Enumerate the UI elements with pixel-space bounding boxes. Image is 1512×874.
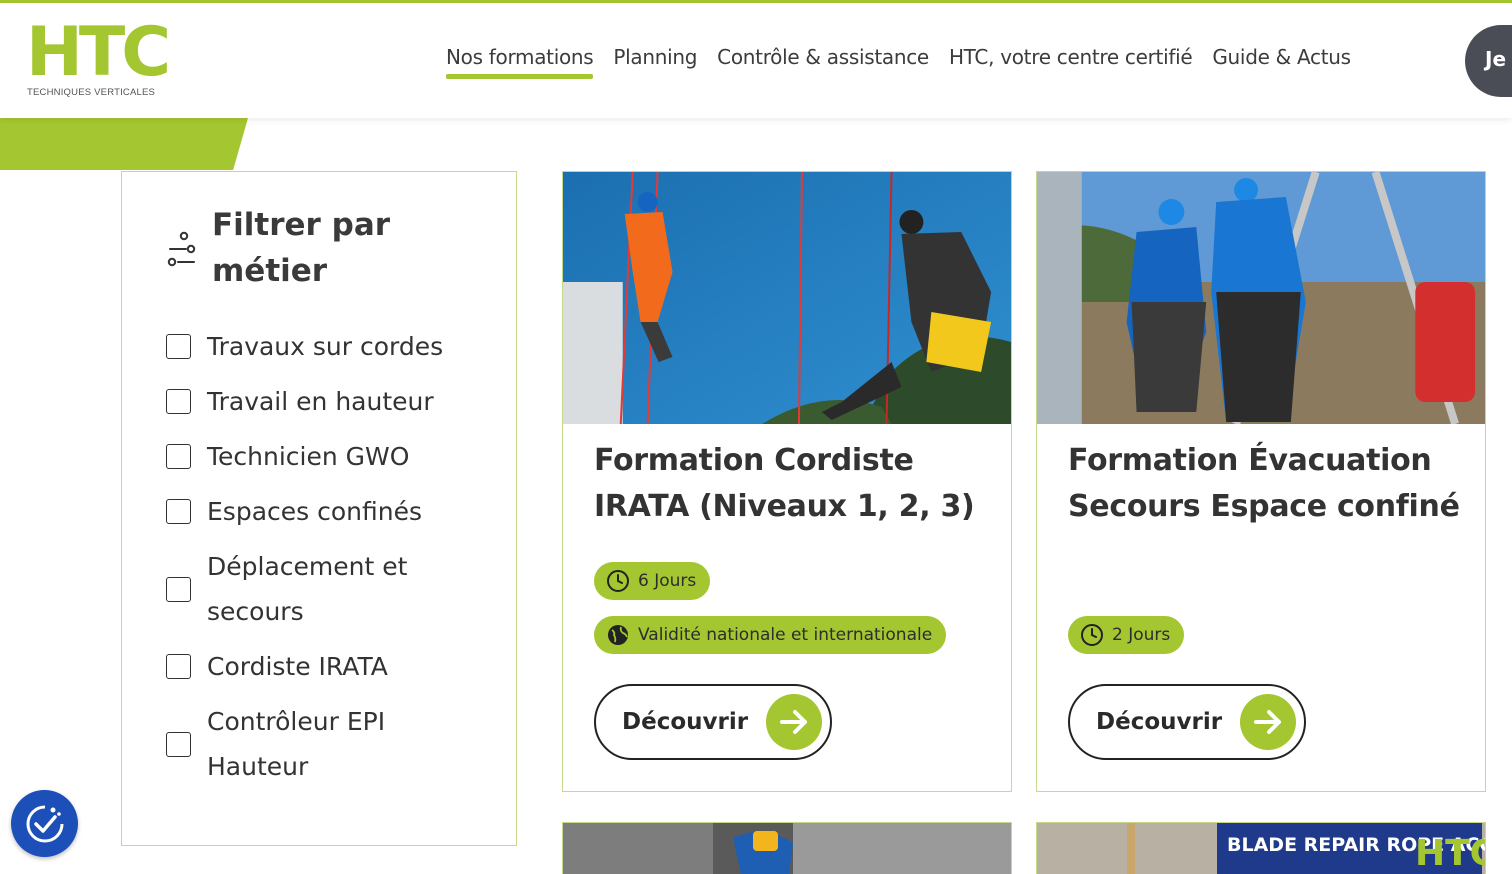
checkbox[interactable] bbox=[166, 499, 191, 524]
card-image-confined-space bbox=[1037, 172, 1485, 424]
filter-option-label: Déplacement et secours bbox=[207, 552, 408, 626]
clock-icon bbox=[607, 570, 629, 592]
card-image-partial-1 bbox=[563, 823, 1011, 874]
filter-option-cordiste-irata[interactable]: Cordiste IRATA bbox=[166, 644, 496, 689]
filter-option-label: Travaux sur cordes bbox=[207, 332, 444, 361]
nav-item-nos-formations[interactable]: Nos formations bbox=[446, 45, 594, 79]
filter-option-label: Technicien GWO bbox=[207, 442, 410, 471]
filter-option-deplacement-secours[interactable]: Déplacement et secours bbox=[166, 544, 496, 634]
green-slant-accent bbox=[0, 118, 248, 170]
banner-logo: HTC bbox=[1415, 833, 1486, 874]
card-image-rope-access bbox=[563, 172, 1011, 424]
duration-label: 6 Jours bbox=[638, 571, 697, 591]
accessibility-icon bbox=[26, 805, 63, 842]
checkbox[interactable] bbox=[166, 444, 191, 469]
validity-badge: Validité nationale et internationale bbox=[594, 616, 947, 654]
checkbox[interactable] bbox=[166, 334, 191, 359]
sliders-icon bbox=[167, 231, 196, 267]
decouvrir-button[interactable]: Découvrir bbox=[1068, 684, 1306, 760]
htc-logo[interactable]: HTC TECHNIQUES VERTICALES bbox=[26, 13, 171, 101]
checkbox[interactable] bbox=[166, 731, 191, 757]
filter-option-technicien-gwo[interactable]: Technicien GWO bbox=[166, 434, 496, 479]
filter-option-controleur-epi[interactable]: Contrôleur EPI Hauteur bbox=[166, 699, 496, 789]
checkbox[interactable] bbox=[166, 654, 191, 679]
clock-icon bbox=[1081, 624, 1103, 646]
checkbox[interactable] bbox=[166, 389, 191, 414]
filter-option-label: Contrôleur EPI Hauteur bbox=[207, 707, 386, 781]
card-image-partial-2: BLADE REPAIR ROPE ACCESS HTC bbox=[1037, 823, 1486, 874]
filter-panel: Filtrer par métier Travaux sur cordes Tr… bbox=[121, 171, 517, 846]
card-title: Formation Cordiste IRATA (Niveaux 1, 2, … bbox=[594, 443, 975, 524]
filter-option-travail-hauteur[interactable]: Travail en hauteur bbox=[166, 379, 496, 424]
nav-item-centre-certifie[interactable]: HTC, votre centre certifié bbox=[949, 45, 1193, 75]
arrow-right-icon bbox=[766, 694, 822, 750]
filter-option-label: Espaces confinés bbox=[207, 497, 422, 526]
filter-option-label: Cordiste IRATA bbox=[207, 652, 388, 681]
main-nav: Nos formations Planning Contrôle & assis… bbox=[446, 45, 1351, 79]
filter-option-espaces-confines[interactable]: Espaces confinés bbox=[166, 489, 496, 534]
formation-card-evacuation-espace-confine[interactable]: Formation Évacuation Secours Espace conf… bbox=[1036, 171, 1486, 792]
duration-badge: 6 Jours bbox=[594, 562, 711, 600]
nav-item-planning[interactable]: Planning bbox=[613, 45, 697, 75]
decouvrir-button[interactable]: Découvrir bbox=[594, 684, 832, 760]
checkbox[interactable] bbox=[166, 576, 191, 602]
accessibility-button[interactable] bbox=[11, 790, 78, 857]
button-label: Découvrir bbox=[1096, 709, 1223, 735]
validity-label: Validité nationale et internationale bbox=[638, 625, 933, 645]
header-cta-button[interactable]: Je bbox=[1465, 25, 1512, 97]
formation-card-partial-1[interactable] bbox=[562, 822, 1012, 874]
nav-item-controle-assistance[interactable]: Contrôle & assistance bbox=[717, 45, 929, 75]
formation-card-cordiste-irata[interactable]: Formation Cordiste IRATA (Niveaux 1, 2, … bbox=[562, 171, 1012, 792]
logo-letters: HTC bbox=[26, 13, 171, 92]
filter-option-label: Travail en hauteur bbox=[207, 387, 434, 416]
filter-options-list: Travaux sur cordes Travail en hauteur Te… bbox=[166, 324, 496, 799]
button-label: Découvrir bbox=[622, 709, 749, 735]
arrow-right-icon bbox=[1240, 694, 1296, 750]
duration-badge: 2 Jours bbox=[1068, 616, 1185, 654]
logo-tagline: TECHNIQUES VERTICALES bbox=[27, 87, 156, 98]
globe-icon bbox=[608, 625, 628, 645]
duration-label: 2 Jours bbox=[1112, 625, 1171, 645]
site-header: HTC TECHNIQUES VERTICALES Nos formations… bbox=[0, 3, 1512, 118]
formation-card-partial-2[interactable]: BLADE REPAIR ROPE ACCESS HTC bbox=[1036, 822, 1486, 874]
nav-item-guide-actus[interactable]: Guide & Actus bbox=[1212, 45, 1351, 75]
filter-option-travaux-cordes[interactable]: Travaux sur cordes bbox=[166, 324, 496, 369]
filter-title: Filtrer par métier bbox=[212, 207, 391, 289]
card-title: Formation Évacuation Secours Espace conf… bbox=[1068, 443, 1460, 524]
